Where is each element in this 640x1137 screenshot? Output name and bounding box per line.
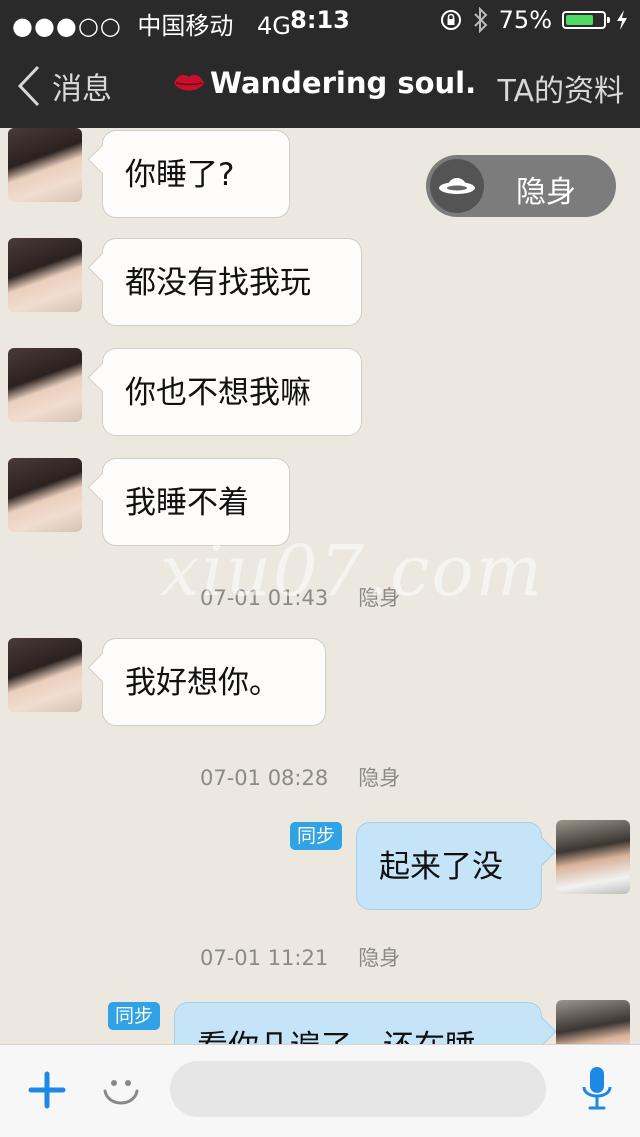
profile-button[interactable]: TA的资料 — [497, 66, 624, 110]
ufo-icon — [439, 178, 475, 194]
contact-avatar[interactable] — [8, 238, 82, 312]
message-bubble-received[interactable]: 你也不想我嘛 — [102, 348, 362, 436]
add-attachment-button[interactable] — [26, 1069, 68, 1111]
emoji-button[interactable] — [100, 1069, 142, 1111]
message-input[interactable] — [170, 1061, 546, 1117]
back-button[interactable]: 消息 — [16, 64, 112, 108]
rotation-lock-icon — [440, 10, 461, 30]
timestamp-status: 隐身 — [358, 946, 401, 970]
watermark: xiu07.com — [160, 530, 544, 612]
contact-name: Wandering soul. — [210, 66, 477, 100]
bluetooth-icon — [473, 7, 488, 33]
message-bubble-received[interactable]: 你睡了? — [102, 130, 290, 218]
stealth-label: 隐身 — [516, 175, 576, 210]
chevron-left-icon — [17, 65, 40, 107]
message-bubble-sent[interactable]: 起来了没 — [356, 822, 542, 910]
chat-title: Wandering soul. — [172, 66, 476, 100]
user-avatar[interactable] — [556, 1000, 630, 1044]
stealth-toggle[interactable]: 隐身 — [426, 155, 616, 217]
message-bubble-sent[interactable]: 看你几遍了，还在睡 — [174, 1002, 542, 1044]
contact-avatar[interactable] — [8, 128, 82, 202]
battery-level — [566, 15, 593, 25]
timestamp-time: 07-01 08:28 — [200, 766, 329, 790]
charging-icon — [617, 10, 627, 30]
battery-icon — [562, 11, 610, 29]
status-bar: ●●●○○ 中国移动 4G 8:13 75% — [0, 0, 640, 42]
battery-percent: 75% — [498, 6, 552, 34]
message-bubble-received[interactable]: 我好想你。 — [102, 638, 326, 726]
status-right: 75% — [439, 6, 628, 34]
lips-icon — [174, 74, 204, 91]
contact-avatar[interactable] — [8, 638, 82, 712]
user-avatar[interactable] — [556, 820, 630, 894]
message-timestamp: 07-01 11:21 隐身 — [200, 942, 400, 972]
input-bar — [0, 1044, 640, 1137]
message-bubble-received[interactable]: 都没有找我玩 — [102, 238, 362, 326]
sync-badge: 同步 — [290, 822, 343, 850]
timestamp-status: 隐身 — [358, 766, 401, 790]
smiley-icon — [103, 1080, 139, 1105]
stealth-knob — [430, 159, 484, 213]
voice-input-button[interactable] — [580, 1065, 614, 1113]
message-timestamp: 07-01 08:28 隐身 — [200, 762, 400, 792]
back-label: 消息 — [52, 72, 112, 107]
timestamp-time: 07-01 11:21 — [200, 946, 329, 970]
microphone-icon — [582, 1067, 612, 1110]
contact-avatar[interactable] — [8, 458, 82, 532]
sync-badge: 同步 — [108, 1002, 161, 1030]
plus-icon — [28, 1071, 66, 1109]
nav-bar: 消息 Wandering soul. TA的资料 — [0, 42, 640, 128]
contact-avatar[interactable] — [8, 348, 82, 422]
